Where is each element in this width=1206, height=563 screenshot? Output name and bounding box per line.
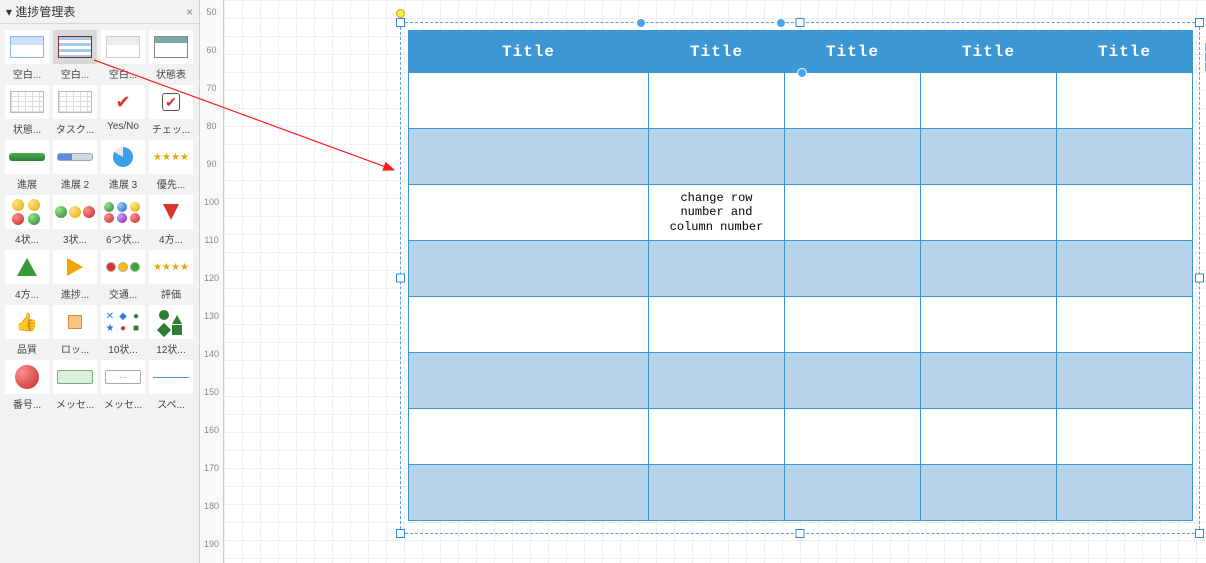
ruler-tick: 150 <box>200 387 223 397</box>
palette-grid: 空白... 空白... 空白... 状態表 状態... タスク... Yes/N… <box>0 24 199 417</box>
shape-palette-panel[interactable]: ▾ 進捗管理表 × 空白... 空白... 空白... 状態表 状態... タス… <box>0 0 200 563</box>
ruler-tick: 100 <box>200 197 223 207</box>
shape-label: 12状... <box>148 341 194 356</box>
palette-header[interactable]: ▾ 進捗管理表 × <box>0 0 199 24</box>
row-control-handle[interactable] <box>797 68 807 78</box>
shape-label: Yes/No <box>100 121 146 132</box>
resize-handle-top[interactable] <box>796 18 805 27</box>
shape-label: 評価 <box>148 286 194 301</box>
thumb-up-icon: 👍 <box>16 312 38 333</box>
shape-4-state[interactable]: 4状... <box>4 195 50 246</box>
shape-4-direction[interactable]: 4方... <box>148 195 194 246</box>
shape-label: 交通... <box>100 286 146 301</box>
shape-progress-2[interactable]: 進展 2 <box>52 140 98 191</box>
ruler-tick: 130 <box>200 311 223 321</box>
ruler-tick: 110 <box>200 235 223 245</box>
column-control-handle[interactable] <box>636 18 646 28</box>
shape-quality[interactable]: 👍 品質 <box>4 305 50 356</box>
shape-number[interactable]: 番号... <box>4 360 50 411</box>
shape-status-table[interactable]: 状態表 <box>148 30 194 81</box>
resize-handle-left[interactable] <box>396 274 405 283</box>
column-control-handle[interactable] <box>776 18 786 28</box>
shape-label: 空白... <box>52 66 98 81</box>
selection-bounding-box[interactable] <box>400 22 1200 534</box>
close-icon[interactable]: × <box>186 0 193 24</box>
shape-label: 空白... <box>4 66 50 81</box>
shape-label: タスク... <box>52 121 98 136</box>
shape-12-state[interactable]: 12状... <box>148 305 194 356</box>
shape-label: 進展 3 <box>100 176 146 191</box>
shape-progress-3[interactable]: 進展 3 <box>100 140 146 191</box>
shape-label: 番号... <box>4 396 50 411</box>
shape-4-direction-2[interactable]: 4方... <box>4 250 50 301</box>
shape-label: 状態... <box>4 121 50 136</box>
shape-label: メッセ... <box>100 396 146 411</box>
shape-label: 6つ状... <box>100 231 146 246</box>
ruler-tick: 180 <box>200 501 223 511</box>
ruler-tick: 50 <box>200 7 223 17</box>
resize-handle-right[interactable] <box>1195 274 1204 283</box>
shape-6-state[interactable]: 6つ状... <box>100 195 146 246</box>
shape-blank-table-3[interactable]: 空白... <box>100 30 146 81</box>
shape-task[interactable]: タスク... <box>52 85 98 136</box>
shape-rating[interactable]: ★★★★評価 <box>148 250 194 301</box>
shape-label: 品質 <box>4 341 50 356</box>
shape-label: 4方... <box>148 231 194 246</box>
shape-label: ロッ... <box>52 341 98 356</box>
shape-label: 進展 <box>4 176 50 191</box>
shape-priority[interactable]: ★★★★優先... <box>148 140 194 191</box>
ruler-tick: 160 <box>200 425 223 435</box>
ruler-tick: 140 <box>200 349 223 359</box>
shape-message-2[interactable]: ···メッセ... <box>100 360 146 411</box>
resize-handle-bottom-left[interactable] <box>396 529 405 538</box>
shape-spacer[interactable]: スペ... <box>148 360 194 411</box>
collapse-icon: ▾ <box>6 5 15 19</box>
shape-traffic[interactable]: 交通... <box>100 250 146 301</box>
ruler-tick: 90 <box>200 159 223 169</box>
resize-handle-top-left[interactable] <box>396 18 405 27</box>
ruler-tick: 120 <box>200 273 223 283</box>
shape-label: 進展 2 <box>52 176 98 191</box>
shape-label: 状態表 <box>148 66 194 81</box>
vertical-ruler: 50 60 70 80 90 100 110 120 130 140 150 1… <box>200 0 224 563</box>
shape-progress-play[interactable]: 進捗... <box>52 250 98 301</box>
resize-handle-top-right[interactable] <box>1195 18 1204 27</box>
shape-lock[interactable]: ロッ... <box>52 305 98 356</box>
shape-progress-1[interactable]: 進展 <box>4 140 50 191</box>
shape-label: 10状... <box>100 341 146 356</box>
shape-blank-table-1[interactable]: 空白... <box>4 30 50 81</box>
rotate-handle-icon[interactable] <box>396 9 405 18</box>
resize-handle-bottom[interactable] <box>796 529 805 538</box>
shape-label: 進捗... <box>52 286 98 301</box>
ruler-tick: 60 <box>200 45 223 55</box>
shape-label: 優先... <box>148 176 194 191</box>
drawing-canvas[interactable]: Title Title Title Title Title change row… <box>224 0 1206 563</box>
shape-blank-table-2[interactable]: 空白... <box>52 30 98 81</box>
ruler-tick: 170 <box>200 463 223 473</box>
shape-yes-no[interactable]: Yes/No <box>100 85 146 136</box>
shape-label: 空白... <box>100 66 146 81</box>
resize-handle-bottom-right[interactable] <box>1195 529 1204 538</box>
shape-label: スペ... <box>148 396 194 411</box>
shape-3-state[interactable]: 3状... <box>52 195 98 246</box>
shape-check[interactable]: ✔チェッ... <box>148 85 194 136</box>
shape-label: 4状... <box>4 231 50 246</box>
shape-label: 3状... <box>52 231 98 246</box>
ruler-tick: 70 <box>200 83 223 93</box>
shape-status[interactable]: 状態... <box>4 85 50 136</box>
shape-label: チェッ... <box>148 121 194 136</box>
shape-label: 4方... <box>4 286 50 301</box>
palette-title: 進捗管理表 <box>15 5 75 19</box>
shape-label: メッセ... <box>52 396 98 411</box>
ruler-tick: 80 <box>200 121 223 131</box>
shape-message-1[interactable]: メッセ... <box>52 360 98 411</box>
shape-10-state[interactable]: ✕◆●★●■10状... <box>100 305 146 356</box>
ruler-tick: 190 <box>200 539 223 549</box>
